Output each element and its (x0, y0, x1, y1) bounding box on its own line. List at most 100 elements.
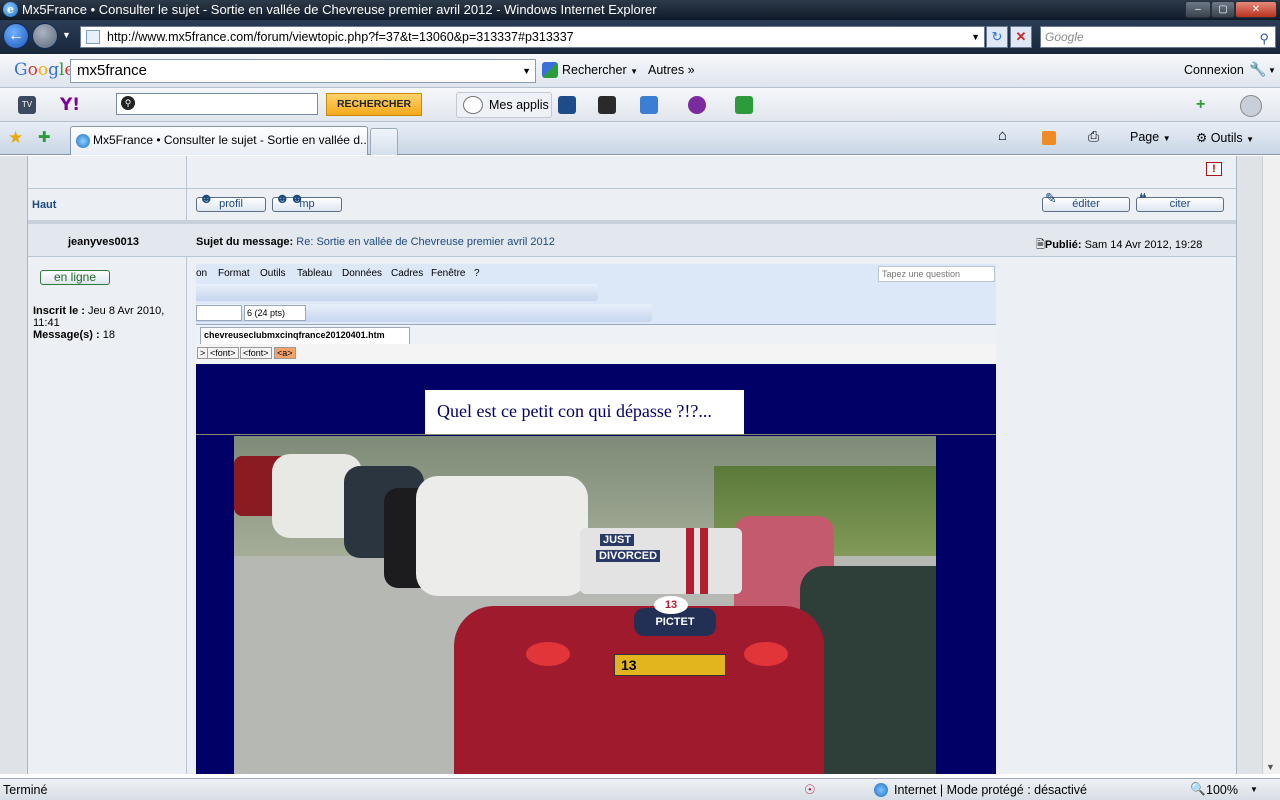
divider (28, 256, 1236, 257)
chevron-down-icon[interactable]: ▼ (971, 27, 980, 47)
photo-sign-board: JUST DIVORCED (580, 528, 742, 594)
report-icon[interactable]: ! (1206, 162, 1222, 176)
document-icon: 🗎 (1036, 239, 1045, 251)
login-button[interactable]: Connexion (1184, 63, 1244, 77)
ie-page-icon (76, 134, 90, 148)
vertical-scrollbar[interactable]: ▼ (1262, 156, 1280, 774)
photo-car (416, 476, 588, 596)
sign-stripe (700, 528, 708, 594)
tools-menu[interactable]: ⚙ Outils ▼ (1196, 130, 1254, 145)
quote-button[interactable]: ❝ citer (1136, 191, 1224, 212)
my-apps-label: Mes applis (489, 98, 549, 112)
sign-stripe (686, 528, 694, 594)
yahoo-search-button[interactable]: RECHERCHER (326, 93, 422, 116)
google-search-input[interactable]: mx5france ▼ (70, 59, 536, 83)
stop-button[interactable]: ✕ (1010, 26, 1032, 48)
post-author[interactable]: jeanyves0013 (68, 236, 139, 248)
history-dropdown-icon[interactable]: ▼ (62, 30, 71, 40)
close-button[interactable]: ✕ (1235, 1, 1277, 18)
minimize-button[interactable]: – (1185, 1, 1211, 18)
yahoo-logo-icon[interactable]: Y! (60, 95, 80, 115)
messages-value: 18 (102, 329, 115, 341)
online-badge: en ligne (40, 270, 110, 285)
yahoo-toolbar: TV Y! ⚲ RECHERCHER Mes applis + (0, 88, 1280, 122)
subject-link[interactable]: Re: Sortie en vallée de Chevreuse premie… (296, 236, 555, 248)
add-favorite-icon[interactable]: ✚ (38, 128, 51, 146)
search-icon[interactable]: ⚲ (1259, 29, 1269, 49)
back-button[interactable]: ← (3, 23, 29, 49)
tail-light (526, 642, 570, 666)
record-icon[interactable] (598, 96, 616, 114)
users-icon: ☻☻ (275, 190, 305, 206)
chevron-down-icon[interactable]: ▼ (522, 60, 531, 82)
favorites-star-icon[interactable]: ★ (8, 128, 23, 148)
google-logo: Google (14, 60, 74, 80)
google-search-button[interactable]: Rechercher ▼ (562, 63, 638, 77)
top-link[interactable]: Haut (32, 199, 56, 211)
page-icon (86, 30, 100, 44)
divider (28, 188, 1236, 189)
status-text: Terminé (3, 783, 48, 797)
forward-button[interactable] (32, 23, 58, 49)
home-icon[interactable]: ⌂ (998, 127, 1007, 144)
post-date: 🗎Publié: Sam 14 Avr 2012, 19:28 (1036, 236, 1202, 255)
pencil-icon: ✎ (1045, 190, 1057, 206)
mail-icon[interactable] (640, 96, 658, 114)
search-input[interactable]: Google ⚲ (1040, 26, 1276, 48)
widget-icon[interactable] (735, 96, 753, 114)
refresh-button[interactable]: ↻ (986, 26, 1008, 48)
tv-icon[interactable]: TV (18, 96, 36, 114)
profile-button[interactable]: ☻ profil (196, 191, 266, 212)
pm-button[interactable]: ☻☻ mp (272, 191, 342, 212)
maximize-button[interactable]: ▢ (1211, 1, 1235, 18)
search-icon: ⚲ (121, 96, 135, 110)
rss-icon[interactable] (1042, 131, 1056, 145)
new-tab-button[interactable] (370, 128, 398, 155)
tab-label: Mx5France • Consulter le sujet - Sortie … (93, 133, 368, 147)
post-image: on Format Outils Tableau Données Cadres … (196, 264, 996, 774)
print-icon[interactable]: ⎙ (1088, 128, 1099, 145)
more-button[interactable]: Autres » (648, 63, 695, 77)
published-label: Publié: (1044, 239, 1082, 251)
google-query: mx5france (77, 62, 148, 79)
font-size-select: 6 (24 pts) (244, 305, 306, 321)
my-apps-button[interactable]: Mes applis (456, 92, 552, 118)
forum-container: ! Haut ☻ profil ☻☻ mp ✎ éditer ❝ citer jeany… (27, 156, 1237, 774)
user-icon: ☻ (199, 190, 214, 206)
badge-text: PICTET (655, 616, 695, 628)
edit-button[interactable]: ✎ éditer (1042, 191, 1130, 212)
post-subject: Sujet du message: Re: Sortie en vallée d… (196, 236, 555, 248)
tab-bar: ★ ✚ Mx5France • Consulter le sujet - Sor… (0, 122, 1280, 155)
joined-label: Inscrit le : (33, 305, 85, 317)
scroll-down-icon[interactable]: ▼ (1266, 762, 1275, 772)
page-viewport: ! Haut ☻ profil ☻☻ mp ✎ éditer ❝ citer jeany… (0, 156, 1262, 774)
window-title: Mx5France • Consulter le sujet - Sortie … (22, 2, 657, 17)
ie-logo-icon: e (3, 2, 18, 17)
privacy-icon[interactable]: ☉ (804, 782, 816, 798)
gear-icon[interactable] (1240, 95, 1262, 117)
navigation-bar: ← ▼ http://www.mx5france.com/forum/viewt… (0, 20, 1280, 54)
chevron-down-icon[interactable]: ▼ (1250, 785, 1258, 794)
license-plate: 13 (614, 654, 726, 676)
page-menu[interactable]: Page ▼ (1130, 130, 1171, 144)
file-tab: chevreuseclubmxcinqfrance20120401.htm (200, 327, 410, 344)
font-name-select (196, 305, 242, 321)
question-input: Tapez une question (878, 266, 995, 282)
wrench-icon[interactable]: 🔧 (1249, 61, 1266, 78)
video-icon[interactable] (558, 96, 576, 114)
yahoo-search-input[interactable]: ⚲ (116, 93, 318, 115)
tail-light (744, 642, 788, 666)
google-toolbar: Google mx5france ▼ Rechercher ▼ Autres »… (0, 54, 1280, 88)
tab-active[interactable]: Mx5France • Consulter le sujet - Sortie … (70, 126, 368, 155)
subject-label: Sujet du message: (196, 236, 294, 248)
add-icon[interactable]: + (1196, 96, 1205, 114)
published-value: Sam 14 Avr 2012, 19:28 (1084, 239, 1203, 251)
messenger-icon[interactable] (688, 96, 706, 114)
quote-icon: ❝ (1139, 190, 1147, 206)
race-number: 13 (654, 596, 688, 614)
address-field[interactable]: http://www.mx5france.com/forum/viewtopic… (80, 26, 985, 48)
zoom-level[interactable]: 100% (1206, 783, 1238, 797)
zoom-icon: 🔍 (1190, 782, 1206, 796)
security-zone[interactable]: Internet | Mode protégé : désactivé (894, 783, 1087, 797)
chevron-down-icon[interactable]: ▼ (1268, 66, 1276, 75)
